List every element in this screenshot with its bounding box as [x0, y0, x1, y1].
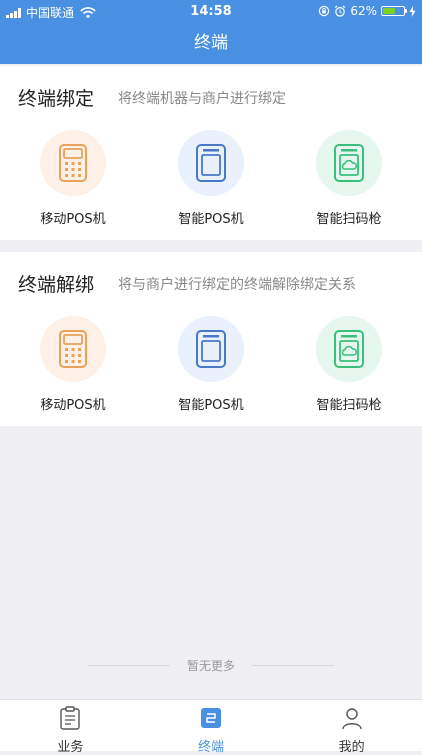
user-icon — [341, 708, 362, 730]
tab-terminal[interactable]: 终端 — [141, 700, 282, 755]
orientation-lock-icon — [319, 5, 330, 17]
unbind-mobile-pos-button[interactable]: 移动POS机 — [3, 316, 143, 413]
status-right: 62% — [318, 4, 416, 18]
item-label: 移动POS机 — [40, 212, 106, 227]
icon-circle — [40, 316, 106, 382]
icon-circle — [178, 316, 244, 382]
page-title: 终端 — [194, 33, 228, 53]
bind-section: 终端绑定 将终端机器与商户进行绑定 移动POS机 智能POS机 智能扫码枪 — [0, 66, 422, 240]
section-title: 终端绑定 — [18, 88, 95, 110]
header: 中国联通 14:58 62% 终端 — [0, 0, 422, 64]
battery-icon — [381, 6, 407, 16]
alarm-icon — [335, 5, 346, 17]
item-label: 移动POS机 — [40, 398, 106, 413]
status-bar: 中国联通 14:58 62% — [0, 0, 422, 22]
smart-pos-icon — [196, 144, 226, 182]
bind-smart-pos-button[interactable]: 智能POS机 — [141, 130, 281, 227]
section-description: 将与商户进行绑定的终端解除绑定关系 — [118, 277, 356, 293]
no-more-text: 暂无更多 — [186, 659, 235, 673]
unbind-smart-pos-button[interactable]: 智能POS机 — [141, 316, 281, 413]
no-more-divider: 暂无更多 — [0, 657, 422, 673]
mobile-pos-icon — [59, 330, 87, 368]
divider-line — [252, 665, 334, 666]
clipboard-icon — [60, 706, 81, 730]
terminal-icon — [201, 708, 221, 728]
icon-circle — [40, 130, 106, 196]
item-label: 智能扫码枪 — [316, 398, 382, 413]
tab-label: 终端 — [198, 740, 225, 755]
icon-circle — [178, 130, 244, 196]
section-description: 将终端机器与商户进行绑定 — [118, 91, 286, 107]
tab-mine[interactable]: 我的 — [281, 700, 422, 755]
icon-circle — [316, 316, 382, 382]
battery-percent: 62% — [350, 4, 377, 18]
charging-icon — [409, 5, 416, 17]
mobile-pos-icon — [59, 144, 87, 182]
smart-pos-icon — [196, 330, 226, 368]
item-label: 智能扫码枪 — [316, 212, 382, 227]
tab-business[interactable]: 业务 — [0, 700, 141, 755]
tab-label: 业务 — [57, 740, 84, 755]
scanner-icon — [334, 144, 364, 182]
item-label: 智能POS机 — [178, 398, 244, 413]
scanner-icon — [334, 330, 364, 368]
unbind-section: 终端解绑 将与商户进行绑定的终端解除绑定关系 移动POS机 智能POS机 智能扫… — [0, 252, 422, 426]
unbind-scanner-button[interactable]: 智能扫码枪 — [279, 316, 419, 413]
item-label: 智能POS机 — [178, 212, 244, 227]
section-title: 终端解绑 — [18, 274, 95, 296]
tab-label: 我的 — [338, 740, 365, 755]
bind-scanner-button[interactable]: 智能扫码枪 — [279, 130, 419, 227]
icon-circle — [316, 130, 382, 196]
bind-mobile-pos-button[interactable]: 移动POS机 — [3, 130, 143, 227]
tab-bar: 业务 终端 我的 — [0, 699, 422, 755]
